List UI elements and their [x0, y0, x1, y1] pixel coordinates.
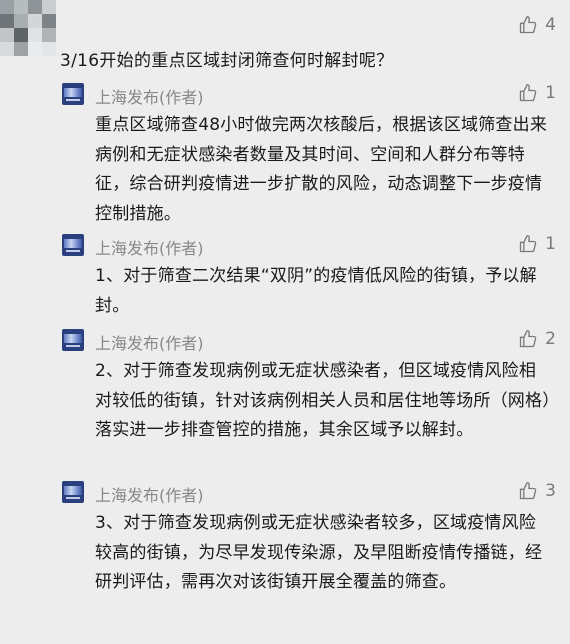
author-avatar-logo[interactable]	[62, 481, 84, 503]
commenter-avatar[interactable]	[0, 0, 56, 56]
author-avatar-logo[interactable]	[62, 329, 84, 351]
top-comment-like-count: 4	[545, 15, 556, 35]
reply-like-button[interactable]: 2	[518, 329, 556, 349]
reply-author[interactable]: 上海发布(作者)	[95, 84, 204, 108]
reply-like-count: 2	[545, 329, 556, 349]
thumbs-up-icon	[520, 235, 537, 253]
reply-author[interactable]: 上海发布(作者)	[95, 235, 204, 259]
reply-item: 上海发布(作者) 2 2、对于筛查发现病例或无症状感染者，但区域疫情风险相对较低…	[60, 329, 570, 446]
reply-like-button[interactable]: 1	[518, 234, 556, 254]
reply-like-button[interactable]: 1	[518, 83, 556, 103]
reply-text: 重点区域筛查48小时做完两次核酸后，根据该区域筛查出来病例和无症状感染者数量及其…	[95, 115, 548, 224]
top-comment-like-button[interactable]: 4	[518, 15, 556, 35]
author-avatar-logo[interactable]	[62, 234, 84, 256]
thumbs-up-icon	[520, 16, 537, 34]
reply-item: 上海发布(作者) 3 3、对于筛查发现病例或无症状感染者较多，区域疫情风险较高的…	[60, 481, 570, 598]
reply-author[interactable]: 上海发布(作者)	[95, 482, 204, 506]
reply-author[interactable]: 上海发布(作者)	[95, 330, 204, 354]
reply-like-button[interactable]: 3	[518, 481, 556, 501]
thumbs-up-icon	[520, 84, 537, 102]
reply-like-count: 1	[545, 83, 556, 103]
reply-item: 上海发布(作者) 1 1、对于筛查二次结果“双阴”的疫情低风险的街镇，予以解封。	[60, 234, 570, 321]
reply-like-count: 1	[545, 234, 556, 254]
reply-text: 3、对于筛查发现病例或无症状感染者较多，区域疫情风险较高的街镇，为尽早发现传染源…	[95, 513, 543, 592]
author-avatar-logo[interactable]	[62, 83, 84, 105]
top-comment-text: 3/16开始的重点区域封闭筛查何时解封呢？	[60, 51, 394, 71]
reply-text: 1、对于筛查二次结果“双阴”的疫情低风险的街镇，予以解封。	[95, 266, 537, 316]
reply-item: 上海发布(作者) 1 重点区域筛查48小时做完两次核酸后，根据该区域筛查出来病例…	[60, 83, 570, 229]
thumbs-up-icon	[520, 482, 537, 500]
thumbs-up-icon	[520, 330, 537, 348]
reply-like-count: 3	[545, 481, 556, 501]
reply-text: 2、对于筛查发现病例或无症状感染者，但区域疫情风险相对较低的街镇，针对该病例相关…	[95, 361, 551, 440]
